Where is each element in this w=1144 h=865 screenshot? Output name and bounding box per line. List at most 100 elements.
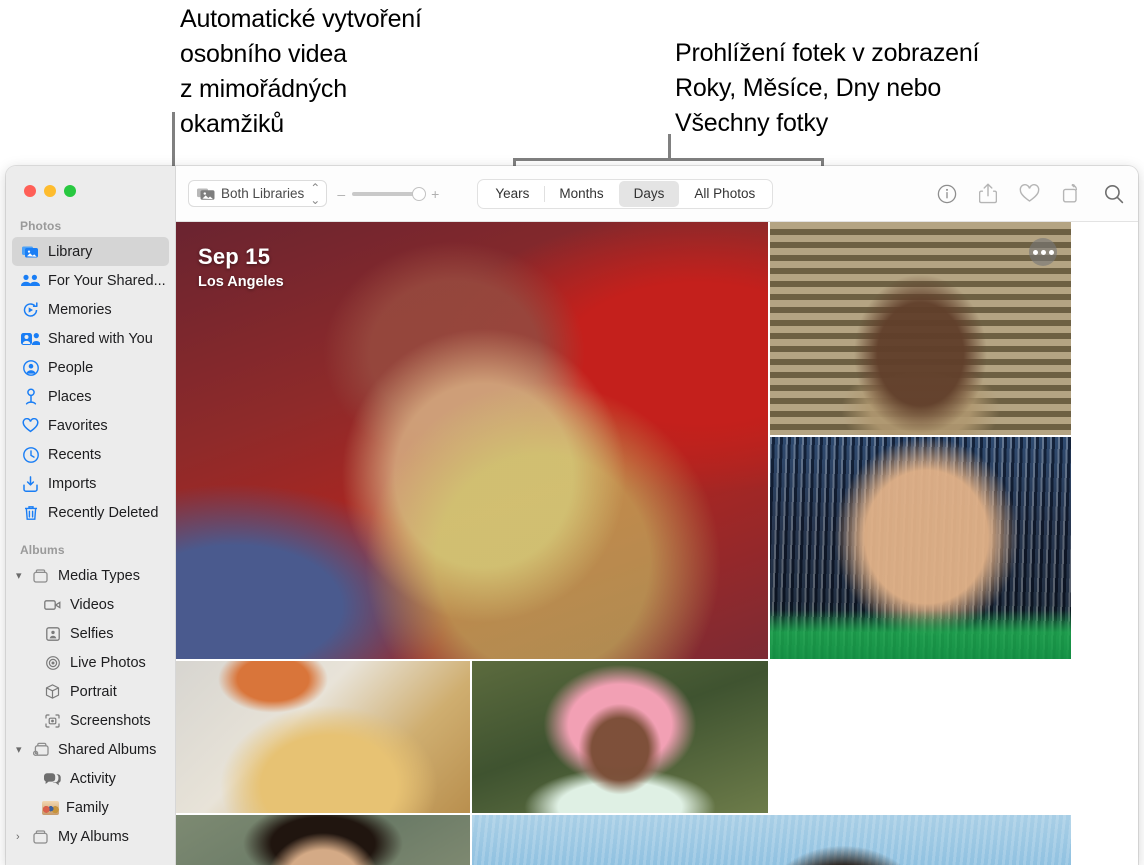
sidebar-item-places[interactable]: Places (12, 382, 169, 411)
callout-views-text: Prohlížení fotek v zobrazení Roky, Měsíc… (675, 36, 1075, 141)
callout-right-bracket-top (513, 158, 824, 161)
sidebar-item-media-types[interactable]: ▾ Media Types (12, 561, 169, 590)
selfie-icon (42, 625, 63, 643)
sidebar-item-selfies[interactable]: Selfies (12, 619, 169, 648)
sidebar-item-label: Activity (70, 771, 116, 787)
sidebar-item-recents[interactable]: Recents (12, 440, 169, 469)
photo-woman-red-light[interactable]: Sep 15 Los Angeles (176, 222, 768, 659)
sidebar-item-activity[interactable]: Activity (12, 764, 169, 793)
memories-icon (20, 301, 41, 319)
sidebar-item-family[interactable]: Family (12, 793, 169, 822)
zoom-slider-track[interactable] (352, 192, 424, 196)
zoom-out-label[interactable]: – (337, 186, 345, 202)
sidebar-item-label: Shared Albums (58, 742, 156, 758)
place-label: Los Angeles (198, 274, 284, 290)
close-button[interactable] (24, 185, 36, 197)
photos-app-window: Photos Library For Your Shared... (6, 166, 1138, 865)
album-thumbnail (42, 801, 59, 815)
sidebar-item-favorites[interactable]: Favorites (12, 411, 169, 440)
photo-laughing-woman[interactable] (176, 815, 470, 865)
photo-beaded-mask-yellow-shirt[interactable] (176, 661, 470, 813)
zoom-in-label[interactable]: + (431, 186, 439, 202)
zoom-slider-group[interactable]: – + (337, 186, 439, 202)
photo-grid: Sep 15 Los Angeles (176, 222, 1138, 865)
sidebar-item-label: Favorites (48, 418, 108, 434)
library-picker-button[interactable]: Both Libraries ⌃⌄ (188, 180, 327, 207)
photo-man-blinds[interactable] (770, 222, 1071, 435)
sidebar-item-label: Imports (48, 476, 96, 492)
sidebar-item-label: Selfies (70, 626, 114, 642)
rotate-icon[interactable] (1062, 184, 1082, 203)
sidebar-item-label: Family (66, 800, 109, 816)
sidebar-item-label: My Albums (58, 829, 129, 845)
photo-swimmer-blue-water[interactable] (472, 815, 1071, 865)
sidebar-section-title-photos: Photos (6, 219, 175, 237)
maximize-button[interactable] (64, 185, 76, 197)
sidebar: Photos Library For Your Shared... (6, 166, 176, 865)
sidebar-item-label: Portrait (70, 684, 117, 700)
window-controls[interactable] (24, 185, 76, 197)
photo-pink-afro-woman[interactable] (472, 661, 768, 813)
album-icon (30, 567, 51, 585)
more-options-button[interactable] (1029, 238, 1057, 266)
sidebar-item-label: Library (48, 244, 92, 260)
chevron-right-icon[interactable]: › (16, 831, 29, 843)
sidebar-item-label: Shared with You (48, 331, 153, 347)
sidebar-item-label: Recently Deleted (48, 505, 158, 521)
person-circle-icon (20, 359, 41, 377)
sidebar-item-for-your-shared[interactable]: For Your Shared... (12, 266, 169, 295)
share-icon[interactable] (979, 183, 997, 204)
sidebar-item-my-albums[interactable]: › My Albums (12, 822, 169, 851)
people-group-icon (20, 272, 41, 290)
sidebar-item-library[interactable]: Library (12, 237, 169, 266)
sidebar-item-label: Memories (48, 302, 112, 318)
sidebar-item-shared-albums[interactable]: ▾ Shared Albums (12, 735, 169, 764)
tab-days[interactable]: Days (619, 181, 680, 207)
photo-bubblegum-child[interactable] (770, 661, 1071, 813)
album-icon (30, 828, 51, 846)
import-icon (20, 475, 41, 493)
toolbar-actions (937, 183, 1124, 204)
sidebar-item-label: Recents (48, 447, 101, 463)
info-icon[interactable] (937, 184, 957, 204)
minimize-button[interactable] (44, 185, 56, 197)
sidebar-item-label: Places (48, 389, 92, 405)
sidebar-item-portrait[interactable]: Portrait (12, 677, 169, 706)
chevron-updown-icon[interactable]: ⌃⌄ (310, 182, 319, 206)
sidebar-item-imports[interactable]: Imports (12, 469, 169, 498)
view-mode-segmented-control[interactable]: Years Months Days All Photos (477, 179, 773, 209)
date-badge: Sep 15 Los Angeles (198, 244, 284, 290)
date-label: Sep 15 (198, 244, 284, 270)
sidebar-item-people[interactable]: People (12, 353, 169, 382)
sidebar-item-recently-deleted[interactable]: Recently Deleted (12, 498, 169, 527)
sidebar-item-screenshots[interactable]: Screenshots (12, 706, 169, 735)
shared-with-you-icon (20, 330, 41, 348)
tab-months[interactable]: Months (544, 181, 618, 207)
sidebar-item-shared-with-you[interactable]: Shared with You (12, 324, 169, 353)
tab-all-photos[interactable]: All Photos (679, 181, 770, 207)
photo-textured-glass-portrait[interactable] (770, 437, 1071, 659)
live-photo-icon (42, 654, 63, 672)
pin-icon (20, 388, 41, 406)
tab-years[interactable]: Years (480, 181, 544, 207)
chevron-down-icon[interactable]: ▾ (16, 743, 29, 756)
sidebar-item-label: Live Photos (70, 655, 146, 671)
sidebar-item-memories[interactable]: Memories (12, 295, 169, 324)
sidebar-item-label: Videos (70, 597, 114, 613)
sidebar-item-live-photos[interactable]: Live Photos (12, 648, 169, 677)
trash-icon (20, 504, 41, 522)
heart-icon[interactable] (1019, 184, 1040, 203)
activity-icon (42, 770, 63, 788)
portrait-icon (42, 683, 63, 701)
sidebar-item-label: People (48, 360, 93, 376)
sidebar-item-videos[interactable]: Videos (12, 590, 169, 619)
toolbar: Both Libraries ⌃⌄ – + Years Months Days … (176, 166, 1138, 222)
callout-right-leader-vertical (668, 134, 671, 160)
library-icon (20, 243, 41, 261)
callout-memories-text: Automatické vytvoření osobního videa z m… (180, 2, 510, 142)
sidebar-item-label: Screenshots (70, 713, 151, 729)
search-icon[interactable] (1104, 184, 1124, 204)
zoom-slider-knob[interactable] (412, 187, 426, 201)
sidebar-item-label: For Your Shared... (48, 273, 166, 289)
chevron-down-icon[interactable]: ▾ (16, 569, 29, 582)
